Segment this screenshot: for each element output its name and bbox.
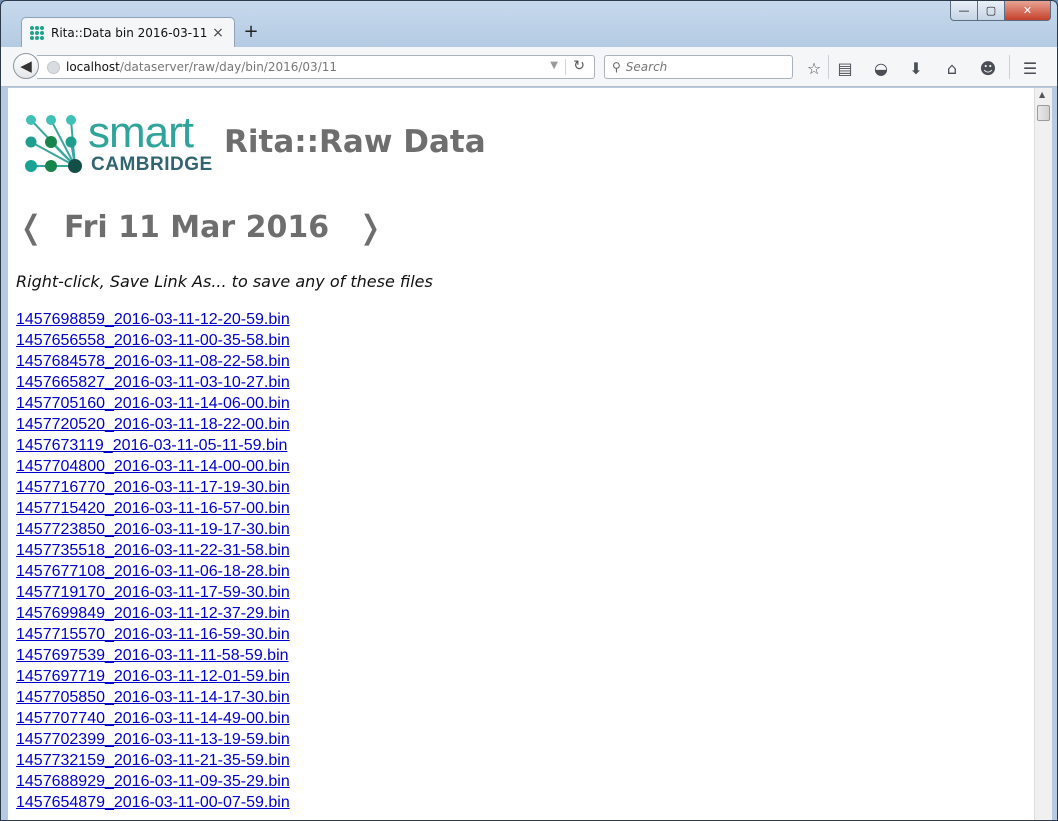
- maximize-button[interactable]: ▢: [978, 1, 1005, 21]
- reload-icon[interactable]: ↻: [573, 58, 585, 74]
- next-day-link[interactable]: ❭: [355, 208, 385, 246]
- page-content: smart CAMBRIDGE Rita::Raw Data ❬ Fri 11 …: [8, 88, 1034, 820]
- file-link[interactable]: 1457705160_2016-03-11-14-06-00.bin: [16, 393, 290, 414]
- bookmark-star-icon[interactable]: ☆: [803, 57, 825, 79]
- file-link[interactable]: 1457654879_2016-03-11-00-07-59.bin: [16, 792, 290, 813]
- file-link[interactable]: 1457677108_2016-03-11-06-18-28.bin: [16, 561, 290, 582]
- search-icon: ⚲: [612, 60, 621, 74]
- file-link[interactable]: 1457688929_2016-03-11-09-35-29.bin: [16, 771, 290, 792]
- search-input[interactable]: ⚲ Search: [604, 55, 793, 79]
- date-navigation: ❬ Fri 11 Mar 2016 ❭: [16, 205, 385, 249]
- file-link[interactable]: 1457697719_2016-03-11-12-01-59.bin: [16, 666, 290, 687]
- file-link[interactable]: 1457723850_2016-03-11-19-17-30.bin: [16, 519, 290, 540]
- toolbar-separator: [1009, 55, 1010, 79]
- save-instructions: Right-click, Save Link As... to save any…: [16, 272, 433, 291]
- tab-title: Rita::Data bin 2016-03-11: [51, 25, 208, 40]
- reading-list-icon[interactable]: ▤: [834, 57, 856, 79]
- file-link[interactable]: 1457673119_2016-03-11-05-11-59.bin: [16, 435, 290, 456]
- pocket-icon[interactable]: ◒: [870, 57, 892, 79]
- file-link[interactable]: 1457697539_2016-03-11-11-58-59.bin: [16, 645, 290, 666]
- file-link[interactable]: 1457665827_2016-03-11-03-10-27.bin: [16, 372, 290, 393]
- file-list: 1457698859_2016-03-11-12-20-59.bin 145765…: [16, 309, 290, 813]
- favicon-icon: [30, 25, 44, 40]
- history-dropdown-icon[interactable]: ▼: [550, 60, 558, 71]
- home-icon[interactable]: ⌂: [941, 57, 963, 79]
- chat-icon[interactable]: ☻: [977, 57, 999, 79]
- search-placeholder: Search: [625, 60, 668, 74]
- file-link[interactable]: 1457715570_2016-03-11-16-59-30.bin: [16, 624, 290, 645]
- file-link[interactable]: 1457684578_2016-03-11-08-22-58.bin: [16, 351, 290, 372]
- toolbar-separator: [828, 55, 829, 79]
- window-frame-left: [1, 88, 8, 820]
- smart-cambridge-logo: smart CAMBRIDGE: [25, 108, 215, 178]
- logo-subtitle: CAMBRIDGE: [91, 154, 213, 175]
- file-link[interactable]: 1457719170_2016-03-11-17-59-30.bin: [16, 582, 290, 603]
- new-tab-button[interactable]: +: [241, 21, 261, 43]
- minimize-button[interactable]: —: [950, 1, 978, 21]
- window-frame-right: [1052, 88, 1057, 820]
- file-link[interactable]: 1457715420_2016-03-11-16-57-00.bin: [16, 498, 290, 519]
- site-identity-icon[interactable]: [47, 60, 60, 74]
- close-window-button[interactable]: ✕: [1005, 1, 1051, 21]
- page-brand-title: Rita::Raw Data: [224, 124, 486, 160]
- downloads-icon[interactable]: ⬇: [905, 57, 927, 79]
- scrollbar-thumb[interactable]: [1037, 105, 1050, 121]
- back-button[interactable]: ◀: [13, 53, 39, 79]
- file-link[interactable]: 1457732159_2016-03-11-21-35-59.bin: [16, 750, 290, 771]
- browser-window: — ▢ ✕ Rita::Data bin 2016-03-11 × + loca…: [0, 0, 1058, 821]
- file-link[interactable]: 1457704800_2016-03-11-14-00-00.bin: [16, 456, 290, 477]
- file-link[interactable]: 1457720520_2016-03-11-18-22-00.bin: [16, 414, 290, 435]
- file-link[interactable]: 1457707740_2016-03-11-14-49-00.bin: [16, 708, 290, 729]
- file-link[interactable]: 1457698859_2016-03-11-12-20-59.bin: [16, 309, 290, 330]
- file-link[interactable]: 1457702399_2016-03-11-13-19-59.bin: [16, 729, 290, 750]
- file-link[interactable]: 1457735518_2016-03-11-22-31-58.bin: [16, 540, 290, 561]
- back-arrow-icon: ◀: [20, 57, 32, 75]
- file-link[interactable]: 1457705850_2016-03-11-14-17-30.bin: [16, 687, 290, 708]
- menu-icon[interactable]: ☰: [1019, 57, 1041, 79]
- navigation-toolbar: localhost/dataserver/raw/day/bin/2016/03…: [1, 47, 1057, 87]
- date-heading: Fri 11 Mar 2016: [64, 209, 330, 245]
- vertical-scrollbar[interactable]: ▲: [1034, 88, 1052, 820]
- url-bar[interactable]: localhost/dataserver/raw/day/bin/2016/03…: [37, 55, 595, 79]
- close-tab-icon[interactable]: ×: [210, 25, 226, 41]
- network-nodes-icon: [25, 115, 82, 173]
- scroll-up-icon[interactable]: ▲: [1039, 90, 1045, 99]
- url-path: /dataserver/raw/day/bin/2016/03/11: [119, 60, 337, 74]
- file-link[interactable]: 1457716770_2016-03-11-17-19-30.bin: [16, 477, 290, 498]
- url-separator: [565, 59, 566, 75]
- window-caption-buttons: — ▢ ✕: [950, 1, 1051, 21]
- url-host: localhost: [66, 60, 120, 74]
- file-link[interactable]: 1457656558_2016-03-11-00-35-58.bin: [16, 330, 290, 351]
- previous-day-link[interactable]: ❬: [16, 208, 46, 246]
- file-link[interactable]: 1457699849_2016-03-11-12-37-29.bin: [16, 603, 290, 624]
- logo-word: smart: [88, 108, 194, 157]
- browser-tab[interactable]: Rita::Data bin 2016-03-11 ×: [21, 17, 235, 47]
